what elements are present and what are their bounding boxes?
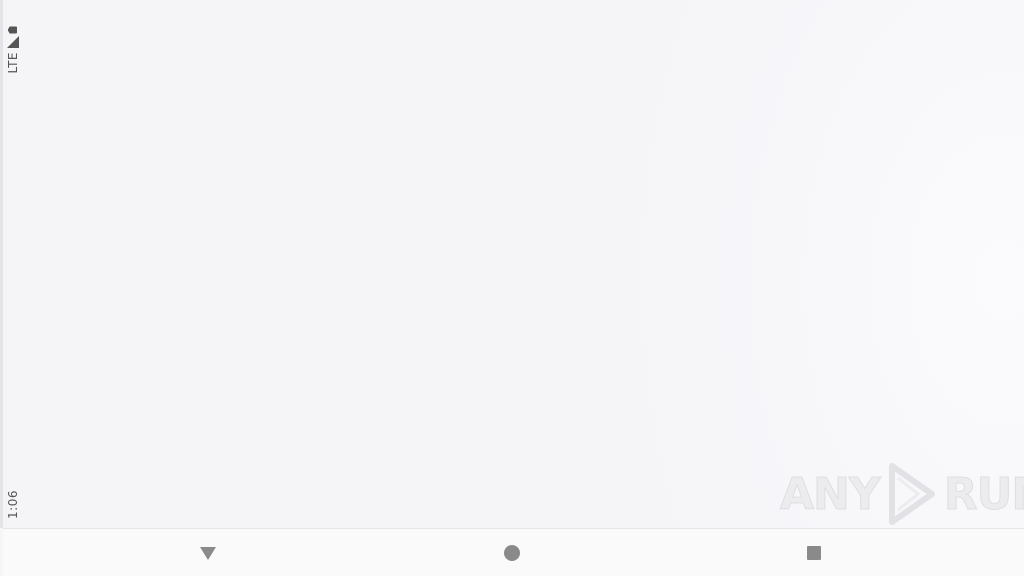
recents-icon [807,546,821,560]
clock: 1:06 [6,490,20,519]
status-icons: LTE [2,26,24,73]
status-bar: LTE 1:06 [2,0,24,528]
navigation-bar [3,528,1024,576]
network-type-label: LTE [6,52,20,74]
battery-icon [8,26,17,34]
watermark-text-right: RUN [943,468,1024,520]
watermark: ANY RUN [780,462,1024,526]
back-icon [200,547,216,560]
recents-button[interactable] [802,541,826,565]
signal-icon [7,36,19,48]
home-icon [504,545,520,561]
home-button[interactable] [500,541,524,565]
android-screen: LTE 1:06 ANY RUN [0,0,1024,576]
app-content-area [3,0,1024,528]
back-button[interactable] [196,541,220,565]
watermark-text-left: ANY [780,468,882,520]
play-logo-icon [888,463,935,525]
